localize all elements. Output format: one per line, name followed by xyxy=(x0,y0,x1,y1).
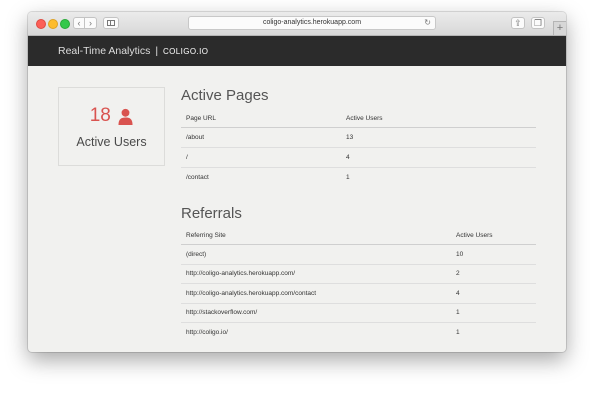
zoom-window-button[interactable] xyxy=(60,19,70,29)
table-row: (direct) 10 xyxy=(181,244,536,265)
page-url-cell: /about xyxy=(181,127,341,148)
app-navbar: Real-Time Analytics | COLIGO.IO xyxy=(28,36,566,66)
table-row: / 4 xyxy=(181,147,536,168)
show-tabs-button[interactable]: ❐ xyxy=(531,17,545,29)
table-row: http://coligo.io/ 1 xyxy=(181,323,536,342)
reload-icon[interactable]: ↻ xyxy=(424,17,431,29)
user-icon xyxy=(118,108,133,125)
address-bar[interactable]: coligo-analytics.herokuapp.com ↻ xyxy=(188,16,436,30)
navbar-brand[interactable]: Real-Time Analytics | COLIGO.IO xyxy=(58,36,208,67)
table-row: http://stackoverflow.com/ 1 xyxy=(181,303,536,323)
active-users-cell: 4 xyxy=(451,283,536,304)
active-users-panel: 18 Active Users xyxy=(58,87,165,166)
active-users-cell: 1 xyxy=(456,328,460,336)
active-users-count: 18 xyxy=(89,105,111,126)
forward-button[interactable]: › xyxy=(85,17,97,29)
referring-site-cell: http://stackoverflow.com/ xyxy=(181,303,451,323)
chevron-left-icon: ‹ xyxy=(77,18,81,28)
active-pages-title: Active Pages xyxy=(181,87,269,104)
active-users-cell: 1 xyxy=(346,174,350,181)
share-button[interactable]: ⇪ xyxy=(511,17,525,29)
active-users-cell: 13 xyxy=(341,127,536,148)
back-button[interactable]: ‹ xyxy=(73,17,85,29)
active-pages-table: Page URL Active Users /about 13 / 4 /con… xyxy=(181,109,536,187)
tabs-icon: ❐ xyxy=(533,18,543,28)
table-row: http://coligo-analytics.herokuapp.com/ 2 xyxy=(181,264,536,284)
referring-site-cell: http://coligo.io/ xyxy=(186,328,228,336)
sidebar-icon xyxy=(107,20,115,26)
active-users-cell: 10 xyxy=(451,244,536,265)
table-row: http://coligo-analytics.herokuapp.com/co… xyxy=(181,283,536,304)
brand-separator: | xyxy=(155,45,159,57)
url-text: coligo-analytics.herokuapp.com xyxy=(262,19,362,26)
referring-site-cell: http://coligo-analytics.herokuapp.com/ xyxy=(181,264,451,284)
table-header-row: Page URL Active Users xyxy=(181,109,536,128)
active-users-cell: 2 xyxy=(451,264,536,284)
table-row: /contact 1 xyxy=(181,168,536,188)
referring-site-cell: (direct) xyxy=(181,244,451,265)
table-header-row: Referring Site Active Users xyxy=(181,226,536,245)
referrals-title: Referrals xyxy=(181,205,242,222)
referrals-table: Referring Site Active Users (direct) 10 … xyxy=(181,226,536,342)
plus-icon: + xyxy=(556,22,564,34)
share-icon: ⇪ xyxy=(514,18,522,28)
new-tab-button[interactable]: + xyxy=(553,21,566,35)
column-header-page-url: Page URL xyxy=(181,109,341,128)
page-url-cell: /contact xyxy=(186,174,209,181)
browser-titlebar: ‹ › coligo-analytics.herokuapp.com ↻ ⇪ ❐… xyxy=(28,12,566,36)
column-header-referring-site: Referring Site xyxy=(181,226,451,245)
active-users-cell: 1 xyxy=(451,303,536,323)
browser-window: ‹ › coligo-analytics.herokuapp.com ↻ ⇪ ❐… xyxy=(28,12,566,352)
table-row: /about 13 xyxy=(181,127,536,148)
minimize-window-button[interactable] xyxy=(48,19,58,29)
close-window-button[interactable] xyxy=(36,19,46,29)
column-header-active-users: Active Users xyxy=(451,226,536,245)
active-users-cell: 4 xyxy=(341,147,536,168)
app-title: Real-Time Analytics xyxy=(58,45,151,57)
active-users-label: Active Users xyxy=(76,135,147,149)
chevron-right-icon: › xyxy=(89,18,92,28)
coligo-logo: COLIGO.IO xyxy=(162,47,209,56)
referring-site-cell: http://coligo-analytics.herokuapp.com/co… xyxy=(181,283,451,304)
column-header-active-users: Active Users xyxy=(341,109,536,128)
page-url-cell: / xyxy=(181,147,341,168)
sidebar-toggle-button[interactable] xyxy=(103,17,119,29)
